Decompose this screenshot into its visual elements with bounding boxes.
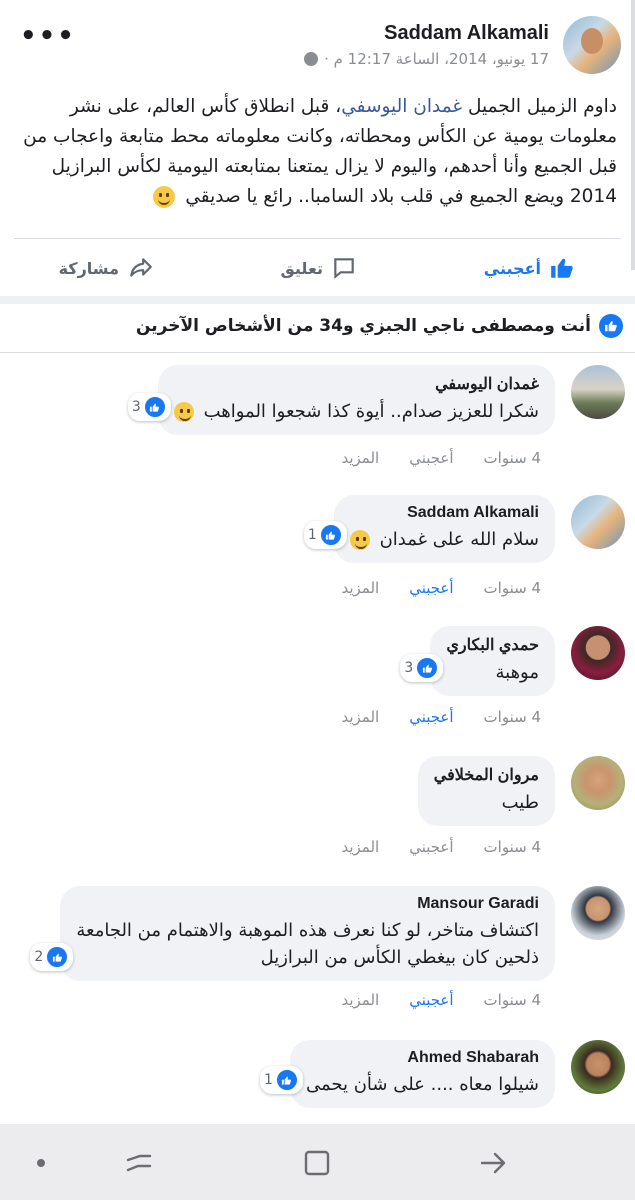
comment-reactions[interactable]: 1 (259, 1066, 303, 1094)
comment-text: موهبة (495, 662, 539, 683)
comment-like-button[interactable]: أعجبني (409, 838, 453, 856)
commenter-name[interactable]: غمدان اليوسفي (174, 374, 539, 394)
author-name[interactable]: Saddam Alkamali (384, 22, 549, 45)
comment-more-button[interactable]: المزيد (341, 579, 379, 597)
like-reaction-icon (318, 523, 343, 547)
comment-text-line: اكتشاف متاخر، لو كنا نعرف هذه الموهبة وا… (76, 920, 539, 941)
comment-more-button[interactable]: المزيد (341, 991, 379, 1009)
comment-reactions[interactable]: 2 (30, 943, 74, 971)
commenter-name[interactable]: مروان المخلافي (434, 765, 539, 785)
comment-text: طيب (501, 792, 539, 813)
smile-emoji-icon (173, 402, 194, 422)
home-button-icon[interactable] (302, 1148, 332, 1178)
reactions-summary[interactable]: أنت ومصطفى ناجي الجبزي و34 من الأشخاص ال… (136, 308, 623, 344)
comment-more-button[interactable]: المزيد (341, 708, 379, 726)
comment-more-button[interactable]: المزيد (341, 838, 379, 856)
like-reaction-icon (599, 314, 623, 338)
reactions-summary-text: أنت ومصطفى ناجي الجبزي و34 من الأشخاص ال… (135, 316, 591, 336)
comment-time[interactable]: 4 سنوات (484, 991, 541, 1009)
thumbs-up-icon (551, 258, 573, 278)
comment-text: شكرا للعزيز صدام.. أيوة كذا شجعوا المواه… (173, 398, 539, 425)
comment-reactions[interactable]: 3 (127, 393, 171, 421)
post-text-part: داوم الزميل الجميل (462, 96, 617, 117)
like-reaction-icon (142, 395, 167, 419)
post-text: داوم الزميل الجميل غمدان اليوسفي، قبل ان… (18, 92, 617, 212)
dot-indicator-icon[interactable] (26, 1148, 56, 1178)
comment-bubble-icon (334, 258, 354, 279)
comment-actions: 4 سنوات أعجبني المزيد (341, 449, 541, 467)
commenter-avatar[interactable] (571, 365, 625, 419)
comment-bubble: مروان المخلافي طيب (417, 756, 555, 826)
comment-text-line: ذلحين كان بيغطي الكأس من البرازيل (260, 947, 539, 968)
comment-actions: 4 سنوات أعجبني المزيد (341, 579, 541, 597)
commenter-name[interactable]: حمدي البكاري (446, 635, 539, 655)
comment-like-button[interactable]: أعجبني (409, 579, 453, 597)
comment-bubble: Mansour Garadi اكتشاف متاخر، لو كنا نعرف… (30, 886, 555, 981)
like-reaction-icon (274, 1068, 299, 1092)
divider (14, 238, 621, 239)
commenter-avatar[interactable] (571, 1040, 625, 1094)
mention-link[interactable]: غمدان اليوسفي (341, 96, 462, 117)
comment-bubble: Saddam Alkamali سلام الله على غمدان 1 (303, 495, 555, 563)
comment-text: اكتشاف متاخر، لو كنا نعرف هذه الموهبة وا… (76, 917, 539, 971)
post-date[interactable]: 17 يونيو، 2014، الساعة 12:17 م · (324, 50, 549, 68)
more-options-icon[interactable]: ••• (20, 23, 76, 49)
comment-reactions[interactable]: 3 (400, 654, 444, 682)
comment-like-button[interactable]: أعجبني (409, 449, 453, 467)
commenter-avatar[interactable] (571, 626, 625, 680)
comment-bubble: حمدي البكاري موهبة 3 (400, 626, 555, 696)
comment-more-button[interactable]: المزيد (341, 449, 379, 467)
comment-like-count: 1 (263, 1072, 273, 1088)
comment-button[interactable]: تعليق (0, 248, 357, 288)
comment-text: شيلوا معاه .... على شأن يحمى (305, 1074, 539, 1095)
commenter-name[interactable]: Saddam Alkamali (350, 504, 539, 522)
commenter-name[interactable]: Ahmed Shabarah (306, 1049, 539, 1067)
like-button[interactable]: أعجبني (484, 248, 575, 288)
back-arrow-icon[interactable] (478, 1148, 508, 1178)
comment-bubble: غمدان اليوسفي شكرا للعزيز صدام.. أيوة كذ… (127, 365, 555, 435)
share-label: مشاركة (58, 258, 119, 278)
author-avatar[interactable] (563, 16, 621, 74)
section-separator (0, 296, 635, 304)
comment-time[interactable]: 4 سنوات (484, 449, 541, 467)
comment-label: تعليق (280, 258, 323, 278)
globe-icon (304, 52, 319, 66)
commenter-avatar[interactable] (571, 495, 625, 549)
system-navigation-bar (0, 1124, 635, 1200)
smile-emoji-icon (153, 186, 176, 208)
comment-text-content: شكرا للعزيز صدام.. أيوة كذا شجعوا المواه… (203, 401, 539, 422)
comment-like-count: 3 (131, 399, 141, 415)
like-reaction-icon (415, 656, 440, 680)
comment-text: سلام الله على غمدان (349, 526, 539, 553)
commenter-avatar[interactable] (571, 886, 625, 940)
comment-like-count: 2 (34, 949, 44, 965)
comment-actions: 4 سنوات أعجبني المزيد (341, 838, 541, 856)
smile-emoji-icon (349, 530, 370, 550)
comment-like-button[interactable]: أعجبني (409, 708, 453, 726)
comment-actions: 4 سنوات أعجبني المزيد (341, 708, 541, 726)
share-button[interactable]: مشاركة (59, 248, 155, 288)
comment-time[interactable]: 4 سنوات (484, 579, 541, 597)
comment-like-count: 1 (307, 527, 317, 543)
comment-like-count: 3 (404, 660, 414, 676)
share-arrow-icon (130, 258, 152, 277)
comment-like-button[interactable]: أعجبني (409, 991, 453, 1009)
comment-time[interactable]: 4 سنوات (484, 838, 541, 856)
recent-apps-icon[interactable] (124, 1148, 154, 1178)
comment-text-content: سلام الله على غمدان (379, 529, 539, 550)
commenter-name[interactable]: Mansour Garadi (76, 895, 539, 913)
comment-time[interactable]: 4 سنوات (484, 708, 541, 726)
like-reaction-icon (45, 945, 70, 969)
comment-actions: 4 سنوات أعجبني المزيد (341, 991, 541, 1009)
post-meta: 17 يونيو، 2014، الساعة 12:17 م · (304, 50, 549, 68)
post-header: Saddam Alkamali 17 يونيو، 2014، الساعة 1… (0, 0, 635, 80)
commenter-avatar[interactable] (571, 756, 625, 810)
comment-bubble: Ahmed Shabarah شيلوا معاه .... على شأن ي… (259, 1040, 555, 1108)
scrollbar[interactable] (631, 0, 635, 270)
divider (0, 352, 635, 353)
like-label: أعجبني (483, 258, 541, 278)
comment-reactions[interactable]: 1 (303, 521, 347, 549)
